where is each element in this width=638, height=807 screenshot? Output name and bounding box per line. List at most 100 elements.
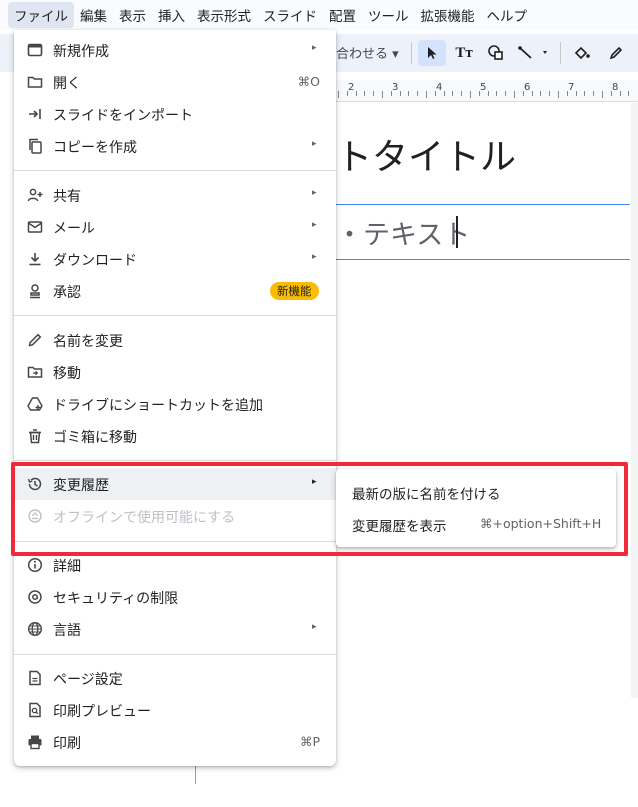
menu-item-label: メール <box>53 221 95 237</box>
toolbar-divider <box>411 42 412 64</box>
ruler-tick <box>610 91 612 96</box>
fill-color-icon[interactable] <box>568 40 596 66</box>
ruler-number: 2 <box>348 82 355 93</box>
ruler-tick <box>619 91 621 96</box>
menu-item-label: 開く <box>53 76 81 92</box>
ruler-tick <box>575 91 577 96</box>
menu-arrange[interactable]: 配置 <box>323 2 362 28</box>
file-menu: 新規作成 ▸ 開く ⌘O スライドをインポート コピーを作成 ▸ 共有 ▸ メー… <box>14 30 336 766</box>
text-box-icon[interactable]: Tт <box>450 40 478 66</box>
menu-item-print-preview[interactable]: 印刷プレビュー <box>14 694 336 726</box>
new-feature-badge: 新機能 <box>270 282 319 300</box>
submenu-arrow-icon: ▸ <box>312 252 317 262</box>
menu-item-move[interactable]: 移動 <box>14 356 336 388</box>
menu-item-label: ページ設定 <box>53 672 123 688</box>
annotation-highlight-box <box>11 462 628 556</box>
import-icon <box>26 105 44 123</box>
menu-item-label: 名前を変更 <box>53 334 123 350</box>
shape-icon[interactable] <box>482 40 510 66</box>
menu-slide[interactable]: スライド <box>257 2 323 28</box>
menu-item-label: 印刷プレビュー <box>53 704 151 720</box>
menu-item-label: コピーを作成 <box>53 140 137 156</box>
share-person-icon <box>26 186 44 204</box>
menu-insert[interactable]: 挿入 <box>152 2 191 28</box>
menu-item-language[interactable]: 言語 ▸ <box>14 613 336 645</box>
menu-item-security[interactable]: セキュリティの制限 <box>14 581 336 613</box>
menu-item-import-slides[interactable]: スライドをインポート <box>14 98 336 130</box>
menu-item-share[interactable]: 共有 ▸ <box>14 179 336 211</box>
ruler-tick <box>505 91 507 96</box>
security-icon <box>26 588 44 606</box>
menu-item-label: ダウンロード <box>53 253 137 269</box>
menu-item-make-copy[interactable]: コピーを作成 ▸ <box>14 130 336 162</box>
slide-canvas[interactable] <box>336 103 631 698</box>
ruler-number: 7 <box>568 82 575 93</box>
ruler-tick <box>628 91 630 96</box>
menu-item-open[interactable]: 開く ⌘O <box>14 66 336 98</box>
ruler-tick <box>549 91 551 96</box>
submenu-arrow-icon: ▸ <box>312 139 317 149</box>
ruler-tick <box>514 91 515 98</box>
slide-title-text[interactable]: トタイトル <box>336 128 516 180</box>
menu-item-new[interactable]: 新規作成 ▸ <box>14 34 336 66</box>
menu-item-label: 共有 <box>53 189 81 205</box>
ruler-tick <box>531 91 533 96</box>
shortcut-text: ⌘O <box>297 74 320 89</box>
ruler-tick <box>496 91 498 96</box>
slide-subtitle-text[interactable]: ・テキスト <box>336 213 470 252</box>
shortcut-text: ⌘P <box>299 734 320 749</box>
ruler-tick <box>470 91 471 98</box>
submenu-arrow-icon: ▸ <box>312 220 317 230</box>
toolbar-divider <box>560 42 561 64</box>
menu-item-label: 詳細 <box>53 559 81 575</box>
menu-item-email[interactable]: メール ▸ <box>14 211 336 243</box>
submenu-arrow-icon: ▸ <box>312 622 317 632</box>
ruler-tick <box>382 91 383 98</box>
folder-icon <box>26 73 44 91</box>
ruler-tick <box>584 91 586 96</box>
ruler-tick <box>593 91 595 96</box>
menu-tools[interactable]: ツール <box>362 2 415 28</box>
fit-dropdown[interactable]: 合わせる ▾ <box>336 43 399 62</box>
ruler-tick <box>478 91 480 96</box>
horizontal-ruler[interactable]: 2 3 4 5 6 7 8 <box>336 80 638 102</box>
menu-help[interactable]: ヘルプ <box>481 2 534 28</box>
trash-icon <box>26 427 44 445</box>
menu-extensions[interactable]: 拡張機能 <box>415 2 481 28</box>
line-icon[interactable] <box>514 40 554 66</box>
ruler-tick <box>373 91 375 96</box>
ruler-number: 6 <box>524 82 531 93</box>
menu-item-print[interactable]: 印刷 ⌘P <box>14 726 336 758</box>
menu-item-add-shortcut[interactable]: ドライブにショートカットを追加 <box>14 388 336 420</box>
menu-item-label: 言語 <box>53 623 81 639</box>
menu-item-download[interactable]: ダウンロード ▸ <box>14 243 336 275</box>
pen-icon[interactable] <box>602 40 630 66</box>
ruler-tick <box>566 91 568 96</box>
menu-bar: ファイル 編集 表示 挿入 表示形式 スライド 配置 ツール 拡張機能 ヘルプ <box>0 0 638 30</box>
menu-divider <box>14 654 336 655</box>
menu-file[interactable]: ファイル <box>8 2 74 28</box>
menu-divider <box>14 460 336 461</box>
fit-label: 合わせる <box>336 47 389 62</box>
menu-divider <box>14 170 336 171</box>
menu-item-label: セキュリティの制限 <box>53 591 179 607</box>
menu-item-trash[interactable]: ゴミ箱に移動 <box>14 420 336 452</box>
page-icon <box>26 669 44 687</box>
menu-format[interactable]: 表示形式 <box>191 2 257 28</box>
ruler-tick <box>461 91 463 96</box>
globe-icon <box>26 620 44 638</box>
menu-item-rename[interactable]: 名前を変更 <box>14 324 336 356</box>
mail-icon <box>26 218 44 236</box>
ruler-tick <box>487 91 489 96</box>
new-icon <box>26 41 44 59</box>
menu-item-label: 新規作成 <box>53 44 109 60</box>
ruler-tick <box>434 91 436 96</box>
menu-item-label: スライドをインポート <box>53 108 193 124</box>
ruler-tick <box>338 91 339 98</box>
text-caret <box>456 216 458 248</box>
menu-item-page-setup[interactable]: ページ設定 <box>14 662 336 694</box>
menu-item-approvals[interactable]: 承認 新機能 <box>14 275 336 307</box>
menu-edit[interactable]: 編集 <box>74 2 113 28</box>
menu-view[interactable]: 表示 <box>113 2 152 28</box>
cursor-icon[interactable] <box>418 40 446 66</box>
